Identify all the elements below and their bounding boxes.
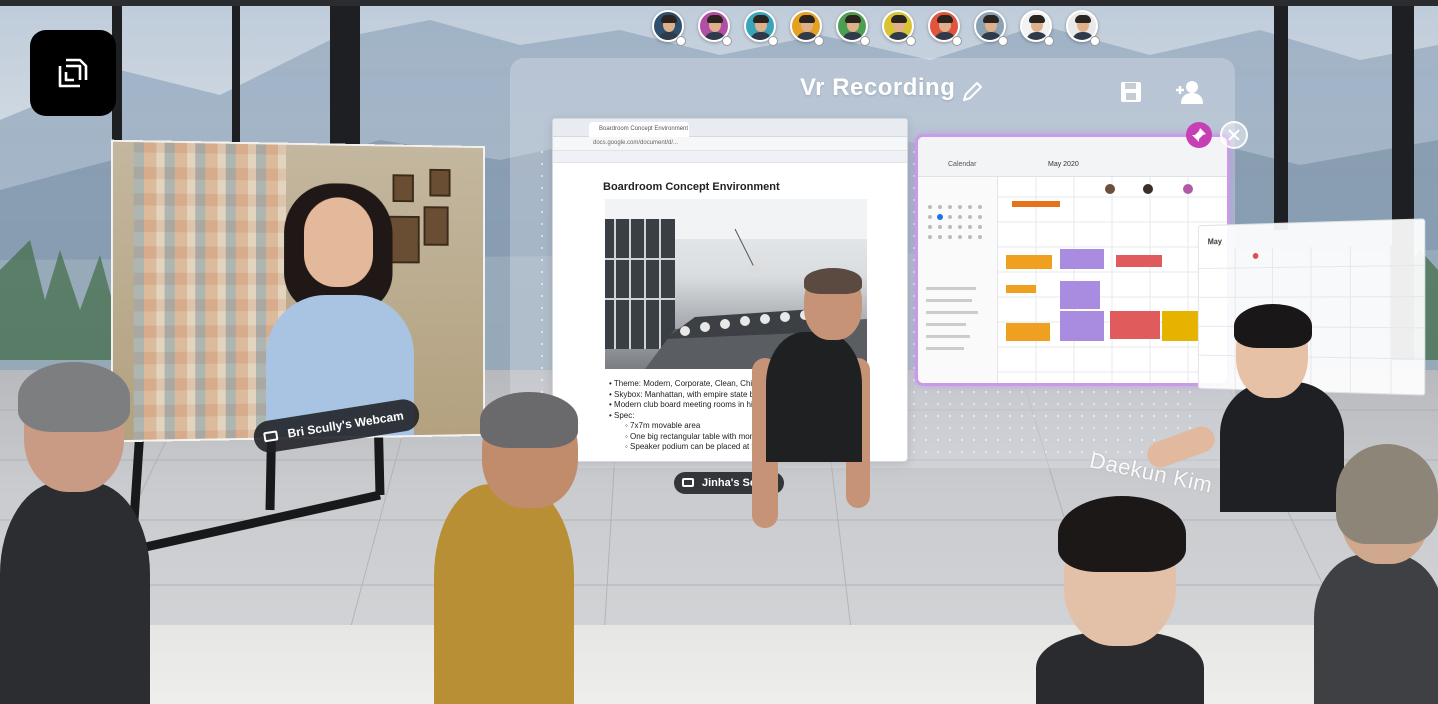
avatar-left-person [0,362,160,704]
mini-month-grid [918,177,998,386]
calendar-brand: Calendar [948,161,976,168]
browser-tab-bar: Boardroom Concept Environment [553,119,907,137]
webcam-window[interactable] [111,140,485,443]
invite-user-button[interactable] [1174,78,1204,111]
window-frame [0,0,1438,6]
mic-status-icon [1090,36,1100,46]
avatar-hair [1029,15,1045,23]
mic-status-icon [676,36,686,46]
wall-frame [429,169,450,197]
mic-status-icon [998,36,1008,46]
participant-slot [1020,10,1052,46]
avatar-hair [799,15,815,23]
recording-title: Vr Recording [800,74,955,102]
participant-slot [836,10,868,46]
calendar-header: Calendar May 2020 [918,137,1227,177]
avatar-hair [983,15,999,23]
mic-status-icon [722,36,732,46]
pencil-icon [960,80,984,104]
mic-status-icon [768,36,778,46]
save-recording-button[interactable] [1118,79,1144,110]
mic-status-icon [952,36,962,46]
participants-bar [652,10,1108,46]
participant-slot [928,10,960,46]
edit-title-button[interactable] [960,80,984,109]
mic-status-icon [906,36,916,46]
mic-status-icon [814,36,824,46]
pin-window-button[interactable] [1186,122,1212,148]
participant-slot [1066,10,1098,46]
window-frame [330,0,360,150]
wall-frame [393,174,414,202]
browser-url-bar[interactable]: docs.google.com/document/d/... [553,137,907,151]
browser-url: docs.google.com/document/d/... [593,140,678,146]
avatar-hair [845,15,861,23]
avatar-hair [891,15,907,23]
participant-slot [652,10,684,46]
avatar-hair [937,15,953,23]
avatar-front-person [1030,496,1210,704]
avatar-yellow-shirt-person [430,392,590,704]
pin-icon [1191,127,1207,143]
participant-slot [744,10,776,46]
mic-status-icon [1044,36,1054,46]
avatar-hair [707,15,723,23]
participant-slot [974,10,1006,46]
window-frame [232,0,240,150]
calendar-sidebar [918,177,998,386]
avatar-hair [661,15,677,23]
calendar-month: May 2020 [1048,161,1079,168]
doc-heading: Boardroom Concept Environment [603,181,780,193]
screen-icon [263,430,278,442]
add-user-icon [1174,78,1204,106]
avatar-hair [753,15,769,23]
screen-icon [682,478,694,487]
app-logo[interactable] [30,30,116,116]
vr-meeting-scene: Vr Recording Bri Scully's Webcam Boardro… [0,0,1438,704]
mic-status-icon [860,36,870,46]
close-icon [1227,128,1241,142]
avatar-hair [1075,15,1091,23]
avatar-center-person [752,268,872,548]
doc-toolbar [553,151,907,163]
app-logo-icon [50,50,96,96]
window-frame [1274,0,1288,230]
floppy-disk-icon [1118,79,1144,105]
webcam-person-face [304,197,373,287]
wall-frame [424,206,449,246]
secondary-calendar-title: May [1208,237,1222,246]
participant-slot [698,10,730,46]
participant-slot [882,10,914,46]
browser-tab[interactable]: Boardroom Concept Environment [589,122,689,137]
close-window-button[interactable] [1220,121,1248,149]
participant-slot [790,10,822,46]
avatar-far-right-person [1300,444,1438,704]
